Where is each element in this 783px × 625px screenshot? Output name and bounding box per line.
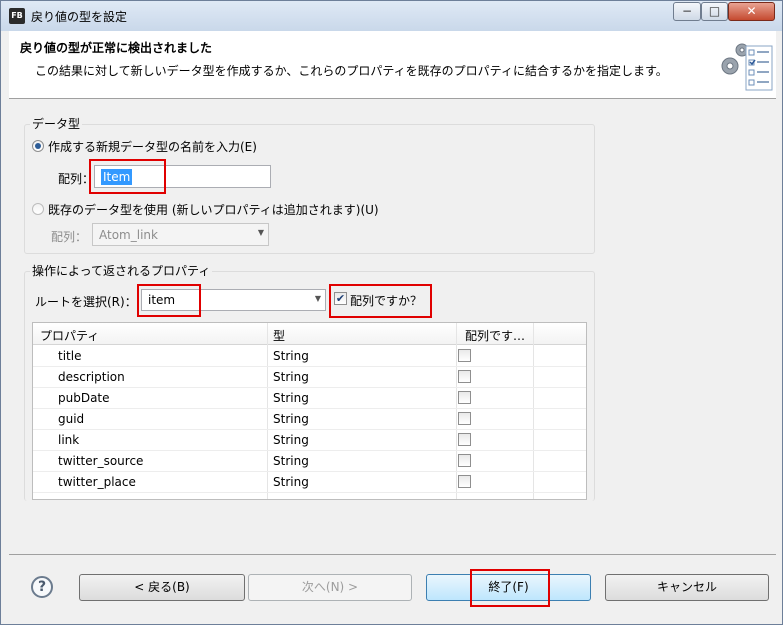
table-row[interactable]: twitter_place String [33,472,586,493]
table-header: プロパティ 型 配列です… [33,323,586,345]
highlight-box [89,159,166,194]
property-name: guid [58,412,85,426]
row-is-array-checkbox[interactable] [458,433,471,446]
existing-array-label: 配列： [51,230,88,244]
window-title: 戻り値の型を設定 [31,10,128,24]
settings-wizard-icon [721,43,773,91]
property-type: String [273,370,309,384]
new-datatype-radio-label[interactable]: 作成する新規データ型の名前を入力(E) [48,138,257,155]
row-is-array-checkbox[interactable] [458,475,471,488]
property-type: String [273,391,309,405]
property-type: String [273,475,309,489]
existing-datatype-radio-label[interactable]: 既存のデータ型を使用 (新しいプロパティは追加されます)(U) [48,201,379,218]
row-is-array-checkbox[interactable] [458,412,471,425]
title-bar[interactable]: FB 戻り値の型を設定 − □ ✕ [1,1,782,31]
table-row[interactable]: guid String [33,409,586,430]
property-type: String [273,454,309,468]
datatype-group-label: データ型 [30,115,83,132]
maximize-icon: □ [708,4,721,18]
row-is-array-checkbox[interactable] [458,454,471,467]
help-icon[interactable]: ? [31,576,53,598]
dialog-window: FB 戻り値の型を設定 − □ ✕ 戻り値の型が正常に検出されました この結果に… [0,0,783,625]
existing-datatype-combo[interactable]: Atom_link ▼ [92,223,269,246]
chevron-down-icon: ▼ [314,294,321,303]
property-name: pubDate [58,391,110,405]
page-description: この結果に対して新しいデータ型を作成するか、これらのプロパティを既存のプロパティ… [35,64,668,78]
cancel-button[interactable]: キャンセル [605,574,769,601]
column-header-is-array[interactable]: 配列です… [465,327,525,344]
table-row[interactable]: link String [33,430,586,451]
properties-table[interactable]: プロパティ 型 配列です… title String description S… [32,322,587,500]
close-button[interactable]: ✕ [728,2,775,21]
footer-divider [9,554,776,555]
row-is-array-checkbox[interactable] [458,370,471,383]
property-name: twitter_source [58,454,144,468]
app-icon: FB [9,8,25,24]
property-name: twitter_place [58,475,136,489]
property-type: String [273,412,309,426]
table-row[interactable]: title String [33,346,586,367]
highlight-box [137,284,201,317]
maximize-button[interactable]: □ [701,2,728,21]
property-name: link [58,433,80,447]
property-type: String [273,349,309,363]
row-is-array-checkbox[interactable] [458,349,471,362]
column-header-property[interactable]: プロパティ [40,327,99,344]
page-title: 戻り値の型が正常に検出されました [20,41,213,55]
existing-datatype-radio[interactable] [32,203,44,215]
row-is-array-checkbox[interactable] [458,391,471,404]
chevron-down-icon: ▼ [257,228,264,237]
table-row[interactable]: description String [33,367,586,388]
new-datatype-radio[interactable] [32,140,44,152]
property-name: description [58,370,125,384]
close-icon: ✕ [746,4,757,18]
minimize-icon: − [681,4,693,18]
root-select-label: ルートを選択(R)： [35,295,137,309]
highlight-box [329,284,432,318]
next-button[interactable]: 次へ(N) > [248,574,412,601]
minimize-button[interactable]: − [673,2,701,21]
property-name: title [58,349,82,363]
back-button[interactable]: < 戻る(B) [79,574,245,601]
property-type: String [273,433,309,447]
properties-group-label: 操作によって返されるプロパティ [30,262,213,279]
existing-datatype-value: Atom_link [99,228,158,242]
table-row[interactable]: pubDate String [33,388,586,409]
column-header-type[interactable]: 型 [273,327,285,344]
table-row[interactable]: twitter_source String [33,451,586,472]
highlight-box [470,569,550,607]
header-banner: 戻り値の型が正常に検出されました この結果に対して新しいデータ型を作成するか、こ… [9,31,776,99]
